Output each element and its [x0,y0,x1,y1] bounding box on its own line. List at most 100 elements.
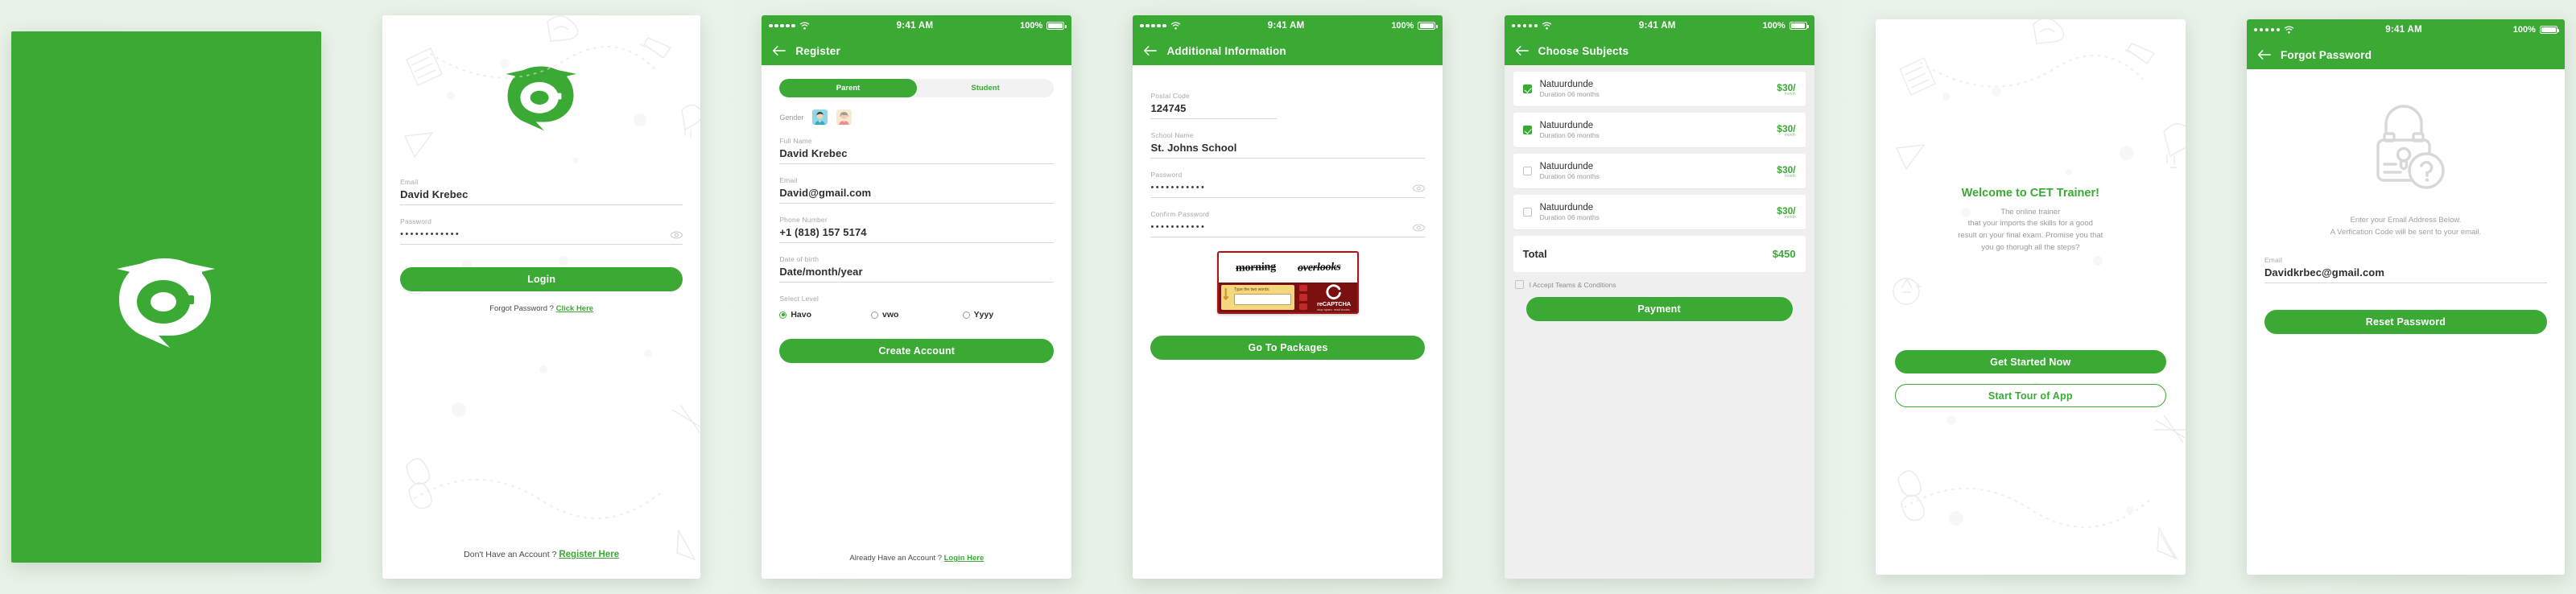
subject-price: $30/ month [1777,82,1795,97]
additional-form: Postal Code 124745 School Name St. Johns… [1133,65,1443,360]
additional-information-screen: 9:41 AM 100% Additional Information Post… [1133,15,1443,579]
total-label: Total [1522,248,1547,260]
phone-value: +1 (818) 157 5174 [779,226,867,238]
captcha-word-two: overlooks [1297,260,1341,274]
dob-field[interactable]: Date of birth Date/month/year [779,255,1055,283]
subject-checkbox[interactable] [1522,208,1532,217]
full-name-field[interactable]: Full Name David Krebec [779,137,1055,164]
audio-icon[interactable] [1299,294,1308,301]
forgot-password-link[interactable]: Click Here [556,304,593,313]
postal-code-value: 124745 [1150,102,1187,114]
welcome-content: Welcome to CET Trainer! The online train… [1876,19,2186,575]
field-underline [1150,118,1278,119]
reset-password-button[interactable]: Reset Password [2264,310,2547,335]
back-arrow-icon[interactable] [1143,45,1158,56]
level-option-vwo[interactable]: vwo [870,310,963,320]
battery-icon [2539,26,2560,34]
recaptcha-c-icon [1326,283,1341,299]
level-option-havo[interactable]: Havo [779,310,871,320]
eye-icon[interactable] [1413,224,1426,232]
email-label: Email [2264,256,2283,265]
terms-checkbox[interactable] [1514,280,1524,289]
school-name-field[interactable]: School Name St. Johns School [1150,131,1426,159]
login-here-link[interactable]: Login Here [944,554,985,563]
postal-code-field[interactable]: Postal Code 124745 [1150,92,1425,119]
gender-label: Gender [779,113,804,122]
female-avatar-icon[interactable] [836,109,852,125]
field-underline [400,204,683,205]
wifi-icon [1170,22,1181,30]
get-started-button[interactable]: Get Started Now [1894,350,2166,374]
subject-row[interactable]: Natuurdunde Duration 06 months $30/ mont… [1513,113,1806,147]
signal-dots-icon [2253,27,2281,32]
create-account-button[interactable]: Create Account [779,339,1055,363]
subject-name: Natuurdunde [1539,80,1594,89]
field-underline [779,163,1055,164]
page-title: Additional Information [1166,44,1286,57]
register-row: Don't Have an Account ? Register Here [382,550,700,559]
tab-student[interactable]: Student [917,79,1055,97]
dob-label: Date of birth [779,255,819,263]
email-field[interactable]: Email Davidkrbec@gmail.com [2264,256,2547,284]
register-screen: 9:41 AM 100% Register Parent Student Gen… [762,15,1072,579]
level-label: Yyyy [973,310,994,320]
go-to-packages-button[interactable]: Go To Packages [1150,336,1426,360]
field-underline [779,203,1055,204]
phone-field[interactable]: Phone Number +1 (818) 157 5174 [779,216,1055,243]
subject-row[interactable]: Natuurdunde Duration 06 months $30/ mont… [1513,195,1806,229]
wifi-icon [2285,26,2294,34]
recaptcha-widget[interactable]: morning overlooks Type the two words: re… [1216,251,1359,314]
confirm-password-field[interactable]: Confirm Password ••••••••••• [1150,210,1426,237]
lock-question-icon [2376,105,2446,189]
payment-button[interactable]: Payment [1525,297,1793,321]
radio-icon[interactable] [870,311,878,319]
help-icon[interactable] [1299,303,1308,310]
radio-icon[interactable] [779,311,787,319]
status-bar-right: 100% [1391,21,1438,31]
terms-row[interactable]: I Accept Teams & Conditions [1513,278,1806,297]
level-option-yyyy[interactable]: Yyyy [962,310,1055,320]
status-bar-time: 9:41 AM [1638,21,1676,31]
start-tour-button[interactable]: Start Tour of App [1894,384,2166,408]
recaptcha-brand: reCAPTCHA [1316,299,1351,307]
password-field[interactable]: Password •••••••••••• [400,217,683,245]
captcha-input[interactable] [1233,294,1291,305]
password-label: Password [400,217,432,225]
back-arrow-icon[interactable] [1515,45,1529,56]
radio-icon[interactable] [962,311,970,319]
male-avatar-icon[interactable] [812,109,828,125]
email-field[interactable]: Email David@gmail.com [779,176,1055,204]
email-value: David Krebec [400,188,469,200]
subject-row[interactable]: Natuurdunde Duration 06 months $30/ mont… [1513,154,1806,188]
recaptcha-tagline: stop spam. read books. [1317,307,1351,311]
captcha-entry[interactable]: Type the two words: [1220,285,1294,310]
subject-checkbox[interactable] [1522,85,1532,93]
email-label: Email [400,178,419,186]
subject-duration: Duration 06 months [1539,172,1600,180]
status-bar-left [769,22,810,30]
status-bar: 9:41 AM 100% [1133,15,1443,36]
subject-text: Natuurdunde Duration 06 months [1540,80,1769,98]
password-value: ••••••••••• [1150,183,1207,192]
eye-icon[interactable] [671,231,683,239]
e-graduation-cap-speech-bubble-logo [506,66,576,131]
register-link[interactable]: Register Here [559,550,619,559]
eye-icon[interactable] [1413,184,1426,192]
back-arrow-icon[interactable] [2257,49,2271,60]
status-bar: 9:41 AM 100% [762,15,1072,36]
subject-checkbox[interactable] [1522,126,1532,134]
subject-row[interactable]: Natuurdunde Duration 06 months $30/ mont… [1513,72,1806,106]
login-button[interactable]: Login [400,267,683,291]
refresh-icon[interactable] [1299,285,1308,292]
subject-text: Natuurdunde Duration 06 months [1540,203,1769,221]
password-field[interactable]: Password ••••••••••• [1150,171,1426,198]
school-name-value: St. Johns School [1150,142,1237,154]
wifi-icon [1542,22,1552,30]
tab-parent[interactable]: Parent [779,79,917,97]
password-value: •••••••••••• [400,229,461,239]
back-arrow-icon[interactable] [772,45,786,56]
subject-checkbox[interactable] [1522,167,1532,175]
register-text: Don't Have an Account ? [464,550,557,559]
status-bar-time: 9:41 AM [2385,25,2422,35]
email-field[interactable]: Email David Krebec [400,178,683,205]
